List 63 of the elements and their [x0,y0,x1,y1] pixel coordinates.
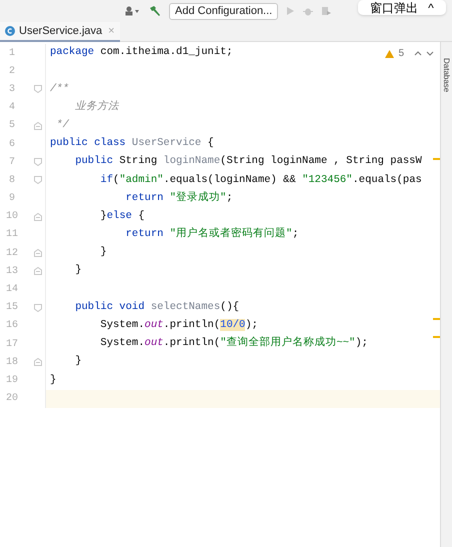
line-number: 19 [4,374,19,388]
line-number: 8 [8,174,16,188]
add-configuration-button[interactable]: Add Configuration... [169,2,278,20]
code-line: package com.itheima.d1_junit; [50,45,233,60]
bug-icon[interactable] [303,6,314,16]
code-line: if("admin".equals(loginName) && "123456".equals(pas [99,172,422,188]
line-number: 20 [4,392,19,406]
warning-count: 5 [398,47,404,61]
code-line: System.out.println(10/0); [99,318,258,334]
warning-stripe[interactable] [433,158,440,160]
collapse-chevron[interactable]: ^ [428,2,434,15]
fold-marker-icon[interactable] [34,158,42,166]
line-number: 1 [8,46,16,61]
code-line: return "用户名或者密码有问题"; [124,227,299,242]
code-line: public class UserService { [50,136,214,152]
code-line: return "登录成功"; [124,190,233,206]
warning-stripe[interactable] [433,336,440,338]
fold-marker-icon[interactable] [34,267,42,276]
code-line: public String loginName(String loginName , String passW [74,154,422,170]
warning-stripe[interactable] [433,318,440,320]
line-number: 3 [8,82,16,97]
line-number: 4 [8,101,16,116]
code-line: /** [50,82,69,97]
line-number: 12 [4,246,19,261]
warning-icon[interactable] [385,50,394,58]
coverage-icon[interactable] [321,6,332,16]
hammer-icon[interactable] [149,5,161,17]
line-number: 9 [8,192,16,206]
line-number: 16 [4,319,19,334]
popup-title: 窗口弹出 [370,2,418,15]
fold-marker-icon[interactable] [34,176,42,184]
tab-label: UserService.java [19,24,102,39]
code-line: } [74,354,82,370]
fold-marker-icon[interactable] [34,304,42,312]
line-number: 18 [4,356,19,370]
fold-marker-icon[interactable] [34,122,42,130]
line-number: 14 [4,283,19,298]
fold-marker-icon[interactable] [34,358,42,366]
database-tab[interactable]: Database [442,58,450,92]
code-line: } [74,263,82,278]
line-number: 17 [4,338,19,352]
fold-marker-icon[interactable] [34,249,42,258]
code-line: }else { [99,208,145,224]
line-number: 2 [8,64,16,79]
person-icon[interactable] [125,6,141,16]
code-line: public void selectNames(){ [74,300,240,315]
code-line: 业务方法 [74,100,120,115]
line-number: 5 [8,119,16,134]
line-number: 15 [4,301,19,316]
code-line: System.out.println("查询全部用户名称成功~~"); [99,336,368,352]
line-number: 6 [8,138,16,152]
line-number: 13 [4,264,19,279]
fold-marker-icon[interactable] [34,85,42,94]
file-tab[interactable]: UserService.java × [0,22,120,42]
code-line: */ [55,118,69,133]
line-number: 7 [8,156,16,170]
line-number: 10 [4,210,19,224]
line-number: 11 [4,228,19,242]
code-line: } [99,245,107,260]
code-line: } [50,372,56,388]
fold-marker-icon[interactable] [34,212,42,221]
run-icon[interactable] [286,6,296,16]
class-icon [5,26,15,36]
